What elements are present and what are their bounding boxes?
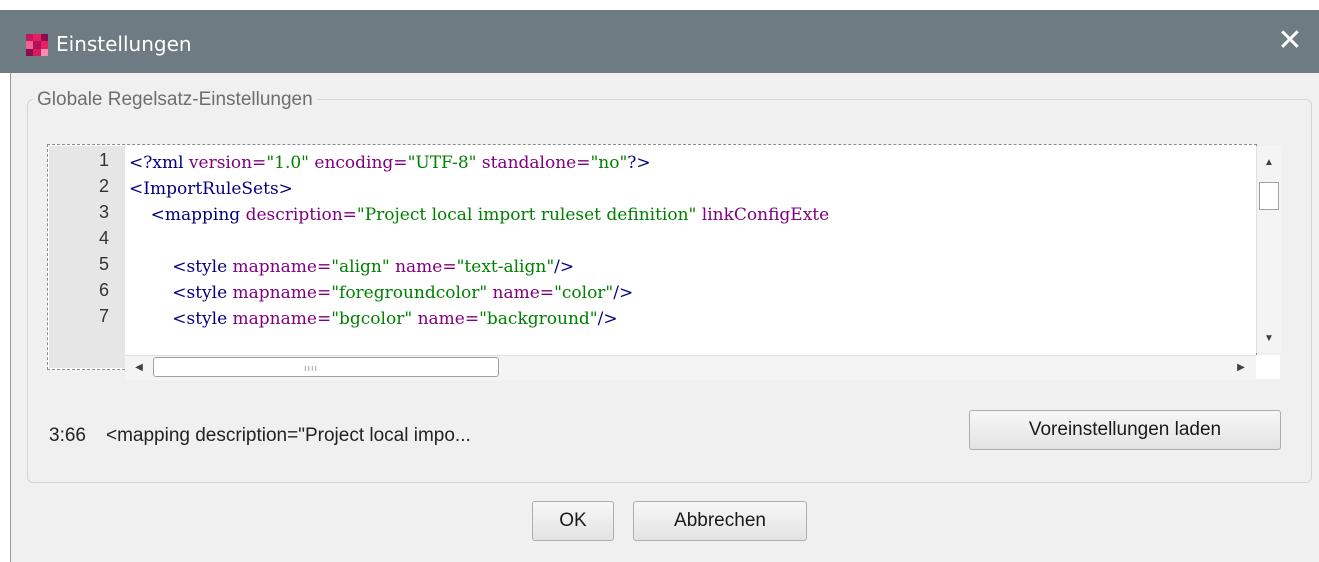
code-token: name= — [492, 283, 555, 303]
vertical-scroll-thumb[interactable] — [1259, 182, 1279, 210]
scroll-left-icon[interactable]: ◀ — [127, 356, 151, 378]
code-token: "bgcolor" — [331, 309, 418, 329]
code-token: "UTF-8" — [407, 153, 482, 173]
code-token: "background" — [479, 309, 598, 329]
code-token: <style — [129, 309, 233, 329]
scrollbar-corner — [1256, 355, 1280, 379]
code-token: <style — [129, 257, 233, 277]
code-token: /> — [554, 257, 575, 277]
code-token: description= — [245, 205, 357, 225]
line-number: 5 — [98, 254, 109, 274]
code-token: name= — [417, 309, 480, 329]
code-token: "1.0" — [266, 153, 315, 173]
settings-dialog: Einstellungen ✕ Globale Regelsatz-Einste… — [0, 0, 1319, 562]
code-token: mapname= — [232, 283, 332, 303]
code-token: <ImportRuleSets> — [129, 179, 293, 199]
load-defaults-button[interactable]: Voreinstellungen laden — [969, 410, 1281, 450]
status-line: 3:66 <mapping description="Project local … — [49, 425, 471, 447]
vertical-scrollbar[interactable]: ▲ ▼ — [1256, 146, 1281, 353]
code-token: /> — [597, 309, 618, 329]
title-bar[interactable]: Einstellungen ✕ — [0, 10, 1319, 73]
group-legend: Globale Regelsatz-Einstellungen — [33, 89, 317, 111]
scroll-up-icon[interactable]: ▲ — [1257, 150, 1281, 174]
line-number: 2 — [98, 176, 109, 196]
line-number: 6 — [98, 280, 109, 300]
code-token: <mapping — [129, 205, 246, 225]
scroll-down-icon[interactable]: ▼ — [1257, 326, 1281, 350]
line-number-gutter: 1 2 3 4 5 6 7 — [49, 146, 125, 368]
code-token: mapname= — [232, 309, 332, 329]
app-logo-icon — [26, 34, 48, 56]
ok-button[interactable]: OK — [532, 501, 614, 541]
cursor-position: 3:66 — [49, 425, 86, 446]
dialog-body: Globale Regelsatz-Einstellungen 1 2 3 4 5 6 7 … — [10, 73, 1319, 562]
window-title: Einstellungen — [56, 32, 192, 56]
code-line[interactable]: <?xml version="1.0" encoding="UTF-8" sta… — [129, 153, 651, 179]
code-token: "align" — [331, 257, 396, 277]
code-line[interactable]: <ImportRuleSets> — [129, 179, 293, 205]
element-preview: <mapping description="Project local impo… — [105, 425, 471, 446]
code-token: ?> — [627, 153, 651, 173]
line-number: 1 — [98, 150, 109, 170]
code-token: encoding= — [314, 153, 408, 173]
code-line[interactable]: <mapping description="Project local impo… — [129, 205, 830, 231]
code-token: <style — [129, 283, 233, 303]
line-number: 4 — [98, 228, 109, 248]
code-token: standalone= — [481, 153, 591, 173]
cancel-button[interactable]: Abbrechen — [633, 501, 807, 541]
code-token: "foregroundcolor" — [331, 283, 493, 303]
scroll-grip-icon: ıııı — [304, 363, 319, 373]
code-line[interactable]: <style mapname="bgcolor" name="backgroun… — [129, 309, 618, 335]
line-number: 7 — [98, 306, 109, 326]
horizontal-scrollbar[interactable]: ◀ ıııı ▶ — [125, 355, 1258, 380]
horizontal-scroll-thumb[interactable]: ıııı — [153, 357, 499, 377]
code-token: version= — [188, 153, 267, 173]
code-token: /> — [613, 283, 634, 303]
line-number: 3 — [98, 202, 109, 222]
code-line[interactable]: <style mapname="align" name="text-align"… — [129, 257, 574, 283]
code-line[interactable]: <style mapname="foregroundcolor" name="c… — [129, 283, 633, 309]
code-token: name= — [395, 257, 457, 277]
xml-editor[interactable]: 1 2 3 4 5 6 7 <?xml version="1.0" encoding="UT… — [47, 144, 1281, 380]
code-area[interactable]: <?xml version="1.0" encoding="UTF-8" sta… — [125, 146, 1255, 361]
code-token: "color" — [554, 283, 614, 303]
code-token: "no" — [590, 153, 628, 173]
code-token: "Project local import ruleset definition… — [356, 205, 702, 225]
code-token: linkConfigExte — [701, 205, 830, 225]
scroll-right-icon[interactable]: ▶ — [1229, 356, 1253, 378]
code-token: <?xml — [129, 153, 189, 173]
close-icon[interactable]: ✕ — [1275, 26, 1305, 56]
code-token: "text-align" — [456, 257, 555, 277]
code-token: mapname= — [232, 257, 332, 277]
